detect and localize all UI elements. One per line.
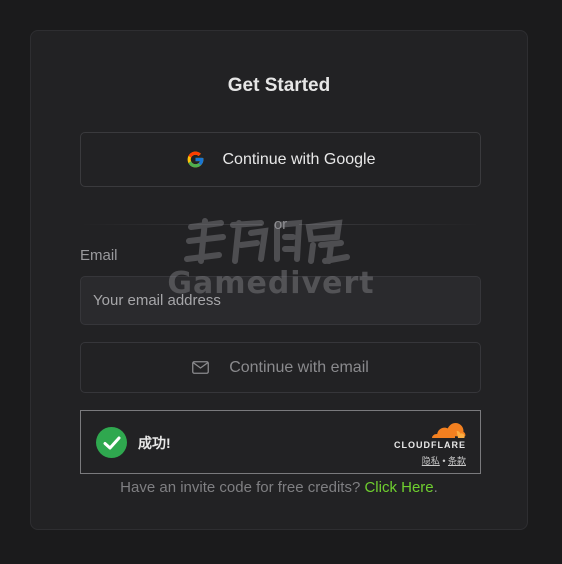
- continue-with-email-label: Continue with email: [229, 358, 369, 376]
- turnstile-links: 隐私 • 条款: [391, 454, 466, 467]
- email-input[interactable]: [80, 276, 481, 325]
- success-check-icon: [96, 427, 127, 458]
- divider-line-right: [299, 223, 481, 225]
- invite-code-prompt: Have an invite code for free credits? Cl…: [31, 479, 527, 496]
- invite-click-here-link[interactable]: Click Here: [364, 479, 433, 496]
- links-separator: •: [442, 456, 446, 466]
- email-label: Email: [80, 247, 118, 264]
- cloudflare-cloud-icon: [431, 423, 466, 438]
- invite-text: Have an invite code for free credits?: [120, 479, 365, 496]
- cloudflare-turnstile-widget[interactable]: 成功! CLOUDFLARE 隐私 • 条款: [80, 410, 481, 474]
- turnstile-status-text: 成功!: [138, 435, 171, 451]
- page-title: Get Started: [227, 75, 331, 96]
- continue-with-google-label: Continue with Google: [222, 150, 376, 168]
- terms-link[interactable]: 条款: [448, 456, 466, 466]
- signup-card: Get Started Continue with Google or Emai…: [30, 30, 528, 530]
- continue-with-email-button[interactable]: Continue with email: [80, 342, 481, 393]
- divider-line-left: [80, 223, 262, 225]
- or-divider: or: [80, 215, 481, 233]
- cloudflare-wordmark: CLOUDFLARE: [394, 440, 466, 450]
- continue-with-google-button[interactable]: Continue with Google: [80, 132, 481, 187]
- invite-suffix: .: [433, 479, 438, 496]
- google-icon: [187, 151, 203, 168]
- cloudflare-logo: CLOUDFLARE 隐私 • 条款: [391, 422, 466, 467]
- divider-or-text: or: [273, 215, 288, 233]
- privacy-link[interactable]: 隐私: [422, 456, 440, 466]
- mail-icon: [192, 361, 210, 374]
